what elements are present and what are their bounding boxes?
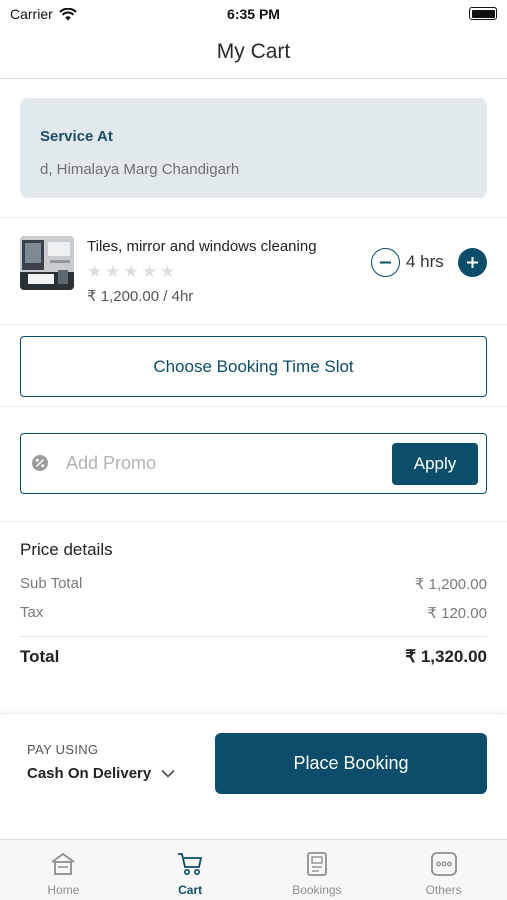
minus-icon [380,261,391,264]
tab-bookings-label: Bookings [292,883,342,897]
payment-method-label: Cash On Delivery [27,765,152,782]
plus-icon [467,257,478,268]
choose-time-slot-button[interactable]: Choose Booking Time Slot [20,336,487,397]
promo-input[interactable] [66,447,386,479]
service-price: ₹ 1,200.00 / 4hr [87,288,194,305]
tab-cart[interactable]: Cart [127,840,254,900]
section-divider [0,324,507,325]
tab-bookings[interactable]: Bookings [254,840,381,900]
tab-others-label: Others [425,883,462,897]
section-divider [0,217,507,218]
page-title: My Cart [216,40,291,63]
checkout-bar: PAY USING Cash On Delivery Place Booking [0,713,507,839]
rating-stars: ★★★★★ [87,262,179,281]
hours-quantity: 4 hrs [406,252,444,271]
tab-others[interactable]: Others [380,840,507,900]
bathroom-image-icon [20,236,74,290]
decrease-hours-button[interactable] [371,248,400,277]
payment-method-selector[interactable]: Cash On Delivery [27,765,175,782]
section-divider [0,406,507,407]
apply-promo-button[interactable]: Apply [392,443,478,485]
subtotal-label: Sub Total [20,575,83,592]
tax-value: ₹ 120.00 [427,605,487,622]
battery-icon [469,7,497,20]
increase-hours-button[interactable] [458,248,487,277]
bookings-icon [306,852,327,876]
status-time: 6:35 PM [227,6,280,22]
tab-home-label: Home [47,883,80,897]
subtotal-value: ₹ 1,200.00 [414,576,487,593]
total-label: Total [20,647,60,666]
place-booking-button[interactable]: Place Booking [215,733,487,794]
tab-cart-label: Cart [178,883,203,897]
chevron-down-icon [161,769,175,778]
discount-icon [32,455,48,471]
status-bar: Carrier 6:35 PM [0,0,507,30]
service-name: Tiles, mirror and windows cleaning [87,238,317,255]
tab-home[interactable]: Home [0,840,127,900]
more-icon [430,852,457,876]
section-divider [0,521,507,522]
cart-icon [178,853,203,875]
price-details-heading: Price details [20,540,113,559]
tab-bar: Home Cart Bookings Others [0,839,507,900]
home-icon [51,852,75,875]
service-title: Service At [40,128,113,145]
tax-label: Tax [20,604,44,621]
promo-box: Apply [20,433,487,494]
total-divider [20,636,487,637]
header-divider [0,78,507,79]
total-value: ₹ 1,320.00 [405,647,487,666]
service-thumbnail [20,236,74,290]
service-address-card[interactable]: Service At d, Himalaya Marg Chandigarh [20,98,487,198]
pay-using-label: PAY USING [27,742,99,757]
service-address: d, Himalaya Marg Chandigarh [40,161,240,178]
